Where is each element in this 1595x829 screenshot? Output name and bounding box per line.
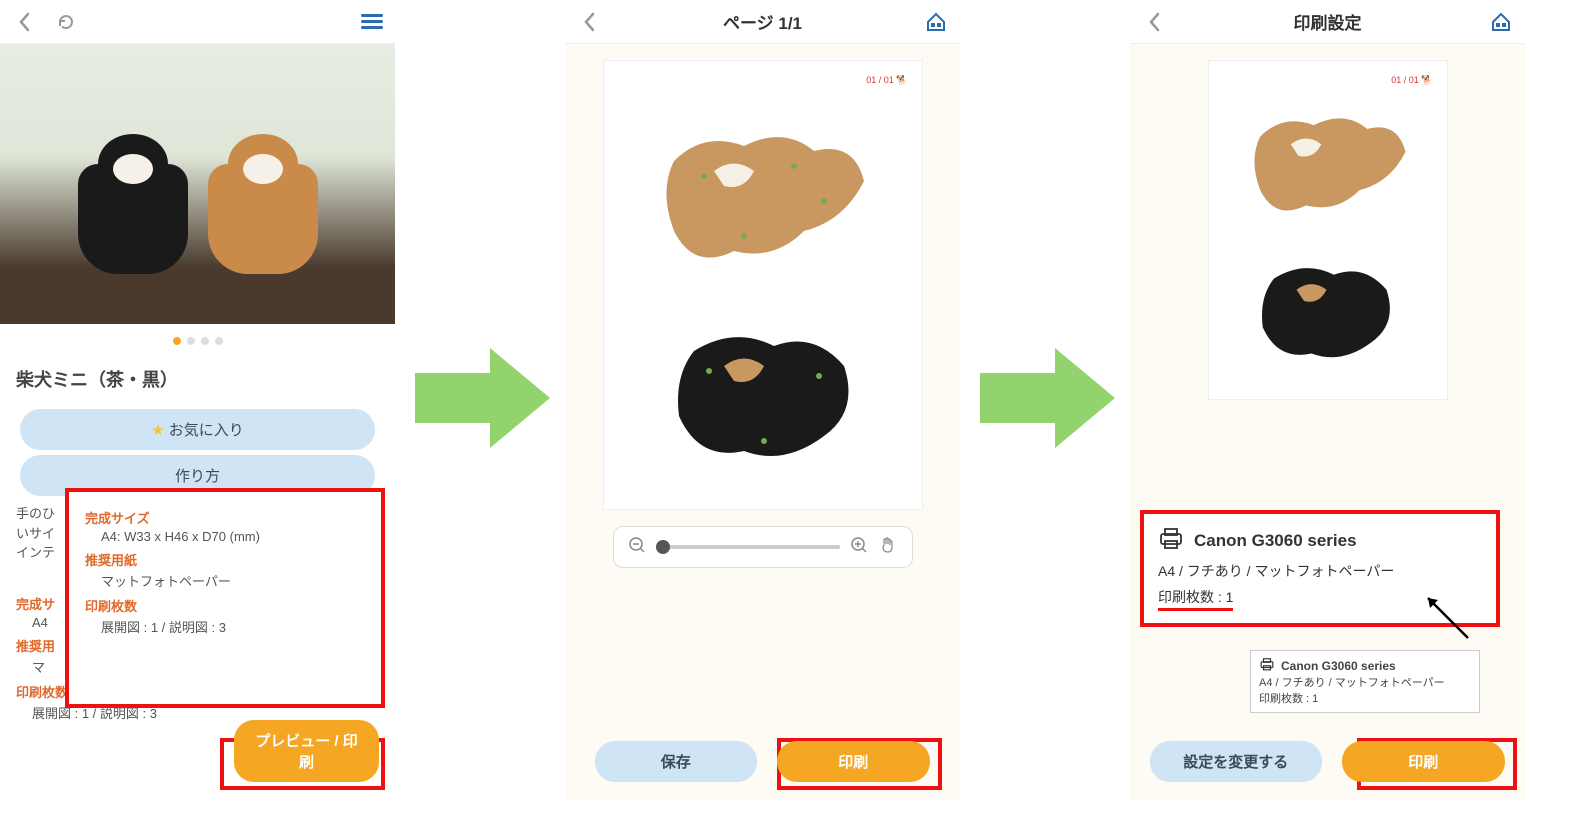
back-icon[interactable] <box>12 10 36 34</box>
spec-size-value: A4: W33 x H46 x D70 (mm) <box>85 529 365 544</box>
dog-black-figure <box>78 164 188 274</box>
page-badge: 01 / 01 🐕 <box>866 75 907 86</box>
printer-copy-count: 印刷枚数 : 1 <box>1158 587 1233 611</box>
home-icon[interactable] <box>1489 10 1513 34</box>
print-preview-page[interactable]: 01 / 01 🐕 <box>603 60 923 510</box>
printer-paper-small: A4 / フチあり / マットフォトペーパー <box>1259 674 1471 690</box>
template-tan-dog <box>654 121 874 291</box>
spec-paper-label: 推奨用紙 <box>85 550 365 569</box>
template-tan-dog <box>1244 106 1414 236</box>
zoom-slider[interactable] <box>656 545 840 549</box>
photo-pager[interactable] <box>0 324 395 358</box>
product-photo[interactable] <box>0 44 395 324</box>
screen-preview: ページ 1/1 01 / 01 🐕 保存 印刷 <box>565 0 960 800</box>
reload-icon[interactable] <box>54 10 78 34</box>
favorite-label: お気に入り <box>169 422 244 439</box>
printer-icon <box>1259 657 1275 674</box>
flow-arrow-1 <box>395 0 565 800</box>
printer-name: Canon G3060 series <box>1194 531 1357 551</box>
flow-arrow-2 <box>960 0 1130 800</box>
howto-button[interactable]: 作り方 <box>20 455 375 496</box>
screen-print-settings: 印刷設定 01 / 01 🐕 Canon G3060 series A4 / フ… <box>1130 0 1525 800</box>
change-settings-button[interactable]: 設定を変更する <box>1150 741 1322 782</box>
printer-icon <box>1158 526 1184 555</box>
screen-detail: 柴犬ミニ（茶・黒） ★お気に入り 作り方 手のひ いサイ インテ 完成サ A4 … <box>0 0 395 800</box>
page-badge: 01 / 01 🐕 <box>1391 75 1432 86</box>
pan-hand-icon[interactable] <box>878 535 898 560</box>
item-title: 柴犬ミニ（茶・黒） <box>0 358 395 400</box>
header-bar: ページ 1/1 <box>565 0 960 44</box>
template-black-dog <box>1249 256 1404 376</box>
header-bar: 印刷設定 <box>1130 0 1525 44</box>
print-button[interactable]: 印刷 <box>1342 741 1506 782</box>
star-icon: ★ <box>151 422 164 439</box>
dog-tan-figure <box>208 164 318 274</box>
bg-size-value: A4 <box>16 615 157 630</box>
spec-size-label: 完成サイズ <box>85 508 365 527</box>
save-button[interactable]: 保存 <box>595 741 757 782</box>
bg-paper-label: 推奨用 <box>16 636 157 655</box>
zoom-in-icon[interactable] <box>850 536 868 559</box>
printer-name-small: Canon G3060 series <box>1281 659 1396 673</box>
back-icon[interactable] <box>577 10 601 34</box>
page-title: 印刷設定 <box>1294 9 1362 34</box>
print-preview-thumbnail[interactable]: 01 / 01 🐕 <box>1208 60 1448 400</box>
menu-icon[interactable] <box>361 11 383 32</box>
printer-info-panel[interactable]: Canon G3060 series A4 / フチあり / マットフォトペーパ… <box>1250 650 1480 713</box>
annotation-arrow <box>1420 590 1475 645</box>
header-bar <box>0 0 395 44</box>
preview-print-button[interactable]: プレビュー / 印刷 <box>234 720 379 782</box>
body-text-partial: 手のひ いサイ インテ <box>0 500 71 567</box>
bg-count-label: 印刷枚数 <box>16 682 157 701</box>
back-icon[interactable] <box>1142 10 1166 34</box>
favorite-button[interactable]: ★ お気に入り <box>20 409 375 450</box>
page-indicator: ページ 1/1 <box>723 9 802 34</box>
printer-count-small: 印刷枚数 : 1 <box>1259 690 1471 706</box>
template-black-dog <box>664 321 864 481</box>
printer-paper-settings: A4 / フチあり / マットフォトペーパー <box>1158 561 1482 581</box>
bg-paper-value: マ <box>16 657 157 676</box>
zoom-control[interactable] <box>613 526 913 568</box>
home-icon[interactable] <box>924 10 948 34</box>
zoom-out-icon[interactable] <box>628 536 646 559</box>
bg-size-label: 完成サ <box>16 594 157 613</box>
print-button[interactable]: 印刷 <box>777 741 931 782</box>
